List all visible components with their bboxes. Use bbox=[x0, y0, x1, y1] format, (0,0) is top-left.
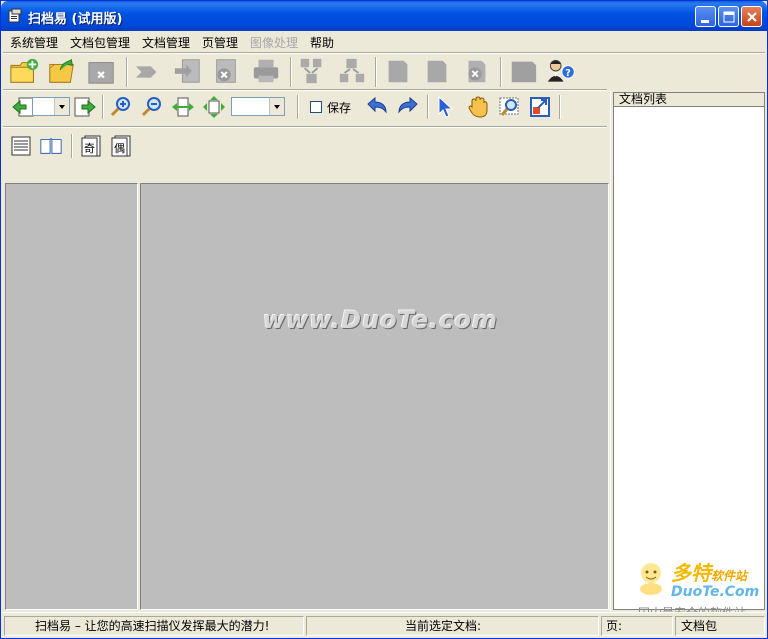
thumbnail-panel[interactable] bbox=[5, 183, 138, 610]
site-logo: 多特软件站 DuoTe.Com 国内最安全的软件站 bbox=[631, 557, 765, 620]
merge-icon[interactable] bbox=[297, 56, 327, 86]
new-package-icon[interactable] bbox=[9, 56, 39, 86]
toolbar-separator bbox=[71, 134, 73, 158]
minimize-icon bbox=[701, 20, 709, 23]
minimize-button[interactable] bbox=[695, 6, 716, 27]
toolbar-separator bbox=[427, 95, 429, 119]
app-icon bbox=[8, 8, 22, 23]
menu-separator bbox=[3, 52, 765, 54]
page-number-combo[interactable] bbox=[32, 97, 70, 116]
select-cursor-icon[interactable] bbox=[435, 95, 459, 119]
close-package-icon[interactable] bbox=[87, 56, 117, 86]
toolbar-separator bbox=[290, 57, 292, 87]
toolbar-separator bbox=[297, 95, 299, 119]
toolbar-separator bbox=[500, 57, 502, 87]
title-bar[interactable]: 扫档易 (试用版) bbox=[1, 1, 767, 31]
page-delete-icon[interactable] bbox=[461, 56, 491, 86]
page-icon[interactable] bbox=[383, 56, 413, 86]
toolbar-separator bbox=[102, 95, 104, 119]
chevron-down-icon[interactable] bbox=[54, 98, 69, 115]
close-button[interactable] bbox=[741, 6, 762, 27]
status-slogan: 扫档易 – 让您的高速扫描仪发挥最大的潜力! bbox=[4, 616, 304, 636]
doc-list-header: 文档列表 bbox=[613, 92, 765, 107]
page-view-panel[interactable] bbox=[140, 183, 609, 610]
print-icon[interactable] bbox=[251, 56, 281, 86]
close-icon bbox=[747, 12, 757, 22]
user-help-icon[interactable]: ? bbox=[546, 56, 576, 86]
menu-document[interactable]: 文档管理 bbox=[142, 34, 190, 51]
odd-pages-icon[interactable]: 奇 bbox=[80, 134, 104, 158]
doc-list[interactable] bbox=[613, 107, 765, 610]
logo-domain: DuoTe.Com bbox=[671, 584, 760, 600]
toolbar-separator-line bbox=[3, 126, 607, 128]
maximize-icon bbox=[723, 11, 735, 23]
toolbar-separator bbox=[375, 57, 377, 87]
save-checkbox[interactable] bbox=[310, 101, 322, 113]
toolbar-separator-line bbox=[3, 89, 607, 91]
next-page-icon[interactable] bbox=[73, 95, 97, 119]
menu-image[interactable]: 图像处理 bbox=[250, 34, 298, 51]
maximize-button[interactable] bbox=[718, 6, 739, 27]
even-pages-icon[interactable]: 偶 bbox=[110, 134, 134, 158]
site-watermark: www.DuoTe.com bbox=[263, 306, 498, 334]
app-window: 扫档易 (试用版) 系统管理 文档包管理 文档管理 页管理 图像处理 帮助 ? … bbox=[0, 0, 768, 639]
mascot-icon bbox=[640, 563, 662, 595]
page-copy-icon[interactable] bbox=[422, 56, 452, 86]
zoom-in-icon[interactable] bbox=[109, 95, 133, 119]
svg-text:?: ? bbox=[565, 68, 571, 79]
fit-width-icon[interactable] bbox=[171, 95, 195, 119]
save-checkbox-label: 保存 bbox=[327, 101, 352, 115]
odd-label: 奇 bbox=[84, 142, 95, 155]
toolbar-separator bbox=[126, 57, 128, 87]
menu-page[interactable]: 页管理 bbox=[202, 34, 238, 51]
status-package: 文档包 bbox=[675, 616, 765, 636]
book-icon[interactable] bbox=[508, 56, 538, 86]
fit-page-icon[interactable] bbox=[202, 95, 226, 119]
redo-icon[interactable] bbox=[396, 94, 420, 118]
toolbar-separator bbox=[559, 95, 561, 119]
splitter[interactable] bbox=[610, 91, 612, 611]
import-doc-icon[interactable] bbox=[173, 56, 203, 86]
menu-system[interactable]: 系统管理 bbox=[10, 34, 58, 51]
window-title: 扫档易 (试用版) bbox=[28, 12, 123, 27]
zoom-combo[interactable] bbox=[231, 97, 285, 116]
crop-rect-icon[interactable] bbox=[528, 95, 552, 119]
zoom-area-icon[interactable] bbox=[497, 95, 521, 119]
scan-arrow-icon[interactable] bbox=[134, 56, 164, 86]
menu-help[interactable]: 帮助 bbox=[310, 34, 334, 51]
chevron-down-icon[interactable] bbox=[269, 98, 284, 115]
even-label: 偶 bbox=[114, 142, 125, 155]
open-package-icon[interactable] bbox=[47, 56, 77, 86]
logo-title: 多特软件站 bbox=[671, 561, 748, 585]
hand-pan-icon[interactable] bbox=[466, 95, 490, 119]
zoom-out-icon[interactable] bbox=[140, 95, 164, 119]
undo-icon[interactable] bbox=[365, 94, 389, 118]
menu-bar: 系统管理 文档包管理 文档管理 页管理 图像处理 帮助 bbox=[1, 31, 767, 51]
status-page: 页: bbox=[601, 616, 673, 636]
menu-package[interactable]: 文档包管理 bbox=[70, 34, 130, 51]
status-bar: 扫档易 – 让您的高速扫描仪发挥最大的潜力! 当前选定文档: 页: 文档包 bbox=[1, 612, 767, 638]
split-icon[interactable] bbox=[337, 56, 367, 86]
single-page-view-icon[interactable] bbox=[9, 134, 33, 158]
delete-doc-icon[interactable] bbox=[211, 56, 241, 86]
two-page-view-icon[interactable] bbox=[39, 134, 63, 158]
status-current-doc: 当前选定文档: bbox=[306, 616, 599, 636]
